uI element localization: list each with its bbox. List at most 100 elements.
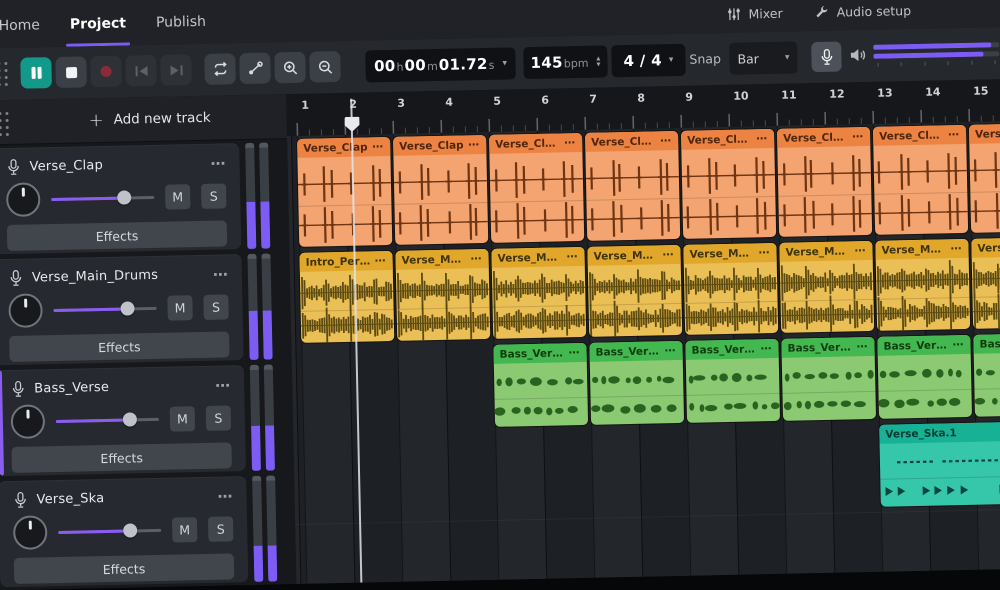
audio-clip[interactable]: Verse_Clap... ⋯ — [681, 129, 776, 239]
solo-button[interactable]: S — [201, 183, 227, 209]
tab-publish[interactable]: Publish — [152, 14, 211, 45]
pan-knob[interactable] — [8, 293, 43, 328]
solo-button[interactable]: S — [203, 294, 229, 320]
clip-menu-icon[interactable]: ⋯ — [854, 244, 866, 257]
time-signature-control[interactable]: 4 / 4 ▾ — [611, 44, 686, 78]
audio-clip[interactable]: Verse_... ⋯ — [969, 123, 1000, 233]
audio-setup-button[interactable]: Audio setup — [814, 3, 911, 20]
time-display[interactable]: 00h00m01.72s ▾ — [365, 47, 516, 82]
track-card[interactable]: Verse_Main_Drums ⋯ M S Effects — [0, 254, 244, 365]
skip-forward-button[interactable] — [160, 54, 192, 86]
volume-slider[interactable] — [56, 411, 159, 429]
audio-clip[interactable]: Verse_Main... ⋯ — [491, 247, 586, 339]
mute-button[interactable]: M — [167, 295, 193, 321]
audio-clip[interactable]: Bass_... ⋯ — [973, 333, 1000, 417]
clip-menu-icon[interactable]: ⋯ — [952, 338, 964, 351]
drag-handle-icon[interactable] — [0, 62, 9, 87]
solo-button[interactable]: S — [208, 516, 234, 542]
clip-menu-icon[interactable]: ⋯ — [760, 342, 772, 355]
mute-button[interactable]: M — [172, 517, 198, 543]
slider-handle[interactable] — [117, 190, 131, 204]
clip-menu-icon[interactable]: ⋯ — [372, 140, 384, 153]
loop-button[interactable] — [204, 53, 236, 85]
pan-knob[interactable] — [6, 182, 41, 217]
audio-clip[interactable]: Verse_Main... ⋯ — [779, 241, 874, 333]
record-button[interactable] — [90, 56, 122, 88]
volume-slider[interactable] — [58, 522, 161, 540]
volume-slider[interactable] — [53, 300, 156, 318]
clip-menu-icon[interactable]: ⋯ — [468, 138, 480, 151]
clip-menu-icon[interactable]: ⋯ — [856, 340, 868, 353]
zoom-in-button[interactable] — [274, 52, 306, 84]
zoom-out-button[interactable] — [309, 51, 341, 83]
track-card[interactable]: Bass_Verse ⋯ M S Effects — [0, 365, 246, 476]
track-menu-icon[interactable]: ⋯ — [213, 270, 228, 278]
drag-handle-icon[interactable] — [0, 112, 10, 137]
track-menu-icon[interactable]: ⋯ — [215, 381, 230, 389]
time-display-caret-icon[interactable]: ▾ — [502, 59, 507, 69]
audio-clip[interactable]: Verse_Clap... ⋯ — [777, 127, 872, 237]
audio-clip[interactable]: Verse_Clap.1.1 ⋯ — [585, 131, 680, 241]
solo-button[interactable]: S — [206, 405, 232, 431]
snap-grid-select[interactable]: Bar ▾ — [729, 41, 798, 74]
audio-clip[interactable]: Bass_Verse.1 ⋯ — [589, 341, 684, 425]
track-card[interactable]: Verse_Ska ⋯ M S Effects — [0, 476, 248, 587]
clip-menu-icon[interactable]: ⋯ — [374, 254, 386, 267]
pan-knob[interactable] — [13, 515, 48, 550]
audio-clip[interactable]: Intro_Percus_ ⋯ — [299, 251, 394, 343]
mute-button[interactable]: M — [170, 406, 196, 432]
audio-clip[interactable]: Bass_Verse.2 ⋯ — [685, 339, 780, 423]
time-signature-caret-icon[interactable]: ▾ — [669, 55, 674, 65]
tab-home[interactable]: Home — [0, 17, 44, 48]
audio-clip[interactable]: Verse_Clap ⋯ — [393, 135, 488, 245]
pan-knob[interactable] — [11, 404, 46, 439]
slider-handle[interactable] — [123, 412, 137, 426]
effects-button[interactable]: Effects — [14, 553, 234, 584]
timeline-grid[interactable]: Verse_Clap ⋯ Verse_Clap ⋯ Verse_Clap.1 ⋯… — [287, 121, 1000, 584]
pause-button[interactable] — [20, 57, 52, 89]
clip-menu-icon[interactable]: ⋯ — [566, 250, 578, 263]
volume-slider[interactable] — [51, 189, 154, 207]
audio-clip[interactable]: Verse_Ska.1 ⋯ — [879, 421, 1000, 507]
clip-menu-icon[interactable]: ⋯ — [660, 134, 672, 147]
clip-menu-icon[interactable]: ⋯ — [662, 248, 674, 261]
add-new-track-button[interactable]: + Add new track — [22, 94, 277, 143]
clip-menu-icon[interactable]: ⋯ — [758, 246, 770, 259]
bpm-control[interactable]: 145bpm ▴▾ — [523, 45, 608, 79]
audio-clip[interactable]: Verse_Clap... ⋯ — [873, 125, 968, 235]
clip-menu-icon[interactable]: ⋯ — [852, 130, 864, 143]
audio-clip[interactable]: Verse_... ⋯ — [971, 237, 1000, 329]
automation-button[interactable] — [239, 52, 271, 84]
clip-menu-icon[interactable]: ⋯ — [950, 242, 962, 255]
audio-clip[interactable]: Verse_Main... ⋯ — [875, 239, 970, 331]
slider-handle[interactable] — [121, 301, 135, 315]
mixer-button[interactable]: Mixer — [726, 6, 782, 22]
microphone-button[interactable] — [811, 42, 842, 73]
track-card[interactable]: Verse_Clap ⋯ M S Effects — [0, 143, 241, 254]
effects-button[interactable]: Effects — [11, 442, 231, 473]
audio-clip[interactable]: Verse_Main_ ⋯ — [395, 249, 490, 341]
audio-clip[interactable]: Verse_Main... ⋯ — [587, 245, 682, 337]
audio-clip[interactable]: Bass_Verse.3 ⋯ — [781, 337, 876, 421]
tab-project[interactable]: Project — [66, 15, 131, 46]
audio-clip[interactable]: Verse_Clap.1 ⋯ — [489, 133, 584, 243]
clip-menu-icon[interactable]: ⋯ — [568, 346, 580, 359]
track-menu-icon[interactable]: ⋯ — [217, 492, 232, 500]
stop-button[interactable] — [55, 56, 87, 88]
slider-handle[interactable] — [123, 523, 137, 537]
audio-clip[interactable]: Verse_Clap ⋯ — [297, 137, 392, 247]
audio-clip[interactable]: Bass_Verse... ⋯ — [877, 335, 972, 419]
skip-back-button[interactable] — [125, 55, 157, 87]
audio-clip[interactable]: Bass_Verse ⋯ — [493, 343, 588, 427]
clip-menu-icon[interactable]: ⋯ — [470, 252, 482, 265]
clip-menu-icon[interactable]: ⋯ — [948, 128, 960, 141]
audio-clip[interactable]: Verse_Main... ⋯ — [683, 243, 778, 335]
bpm-stepper[interactable]: ▴▾ — [596, 56, 600, 68]
effects-button[interactable]: Effects — [7, 220, 227, 251]
clip-menu-icon[interactable]: ⋯ — [756, 132, 768, 145]
clip-menu-icon[interactable]: ⋯ — [564, 136, 576, 149]
mute-button[interactable]: M — [165, 184, 191, 210]
clip-menu-icon[interactable]: ⋯ — [664, 344, 676, 357]
speaker-icon[interactable] — [849, 47, 867, 63]
effects-button[interactable]: Effects — [9, 331, 229, 362]
